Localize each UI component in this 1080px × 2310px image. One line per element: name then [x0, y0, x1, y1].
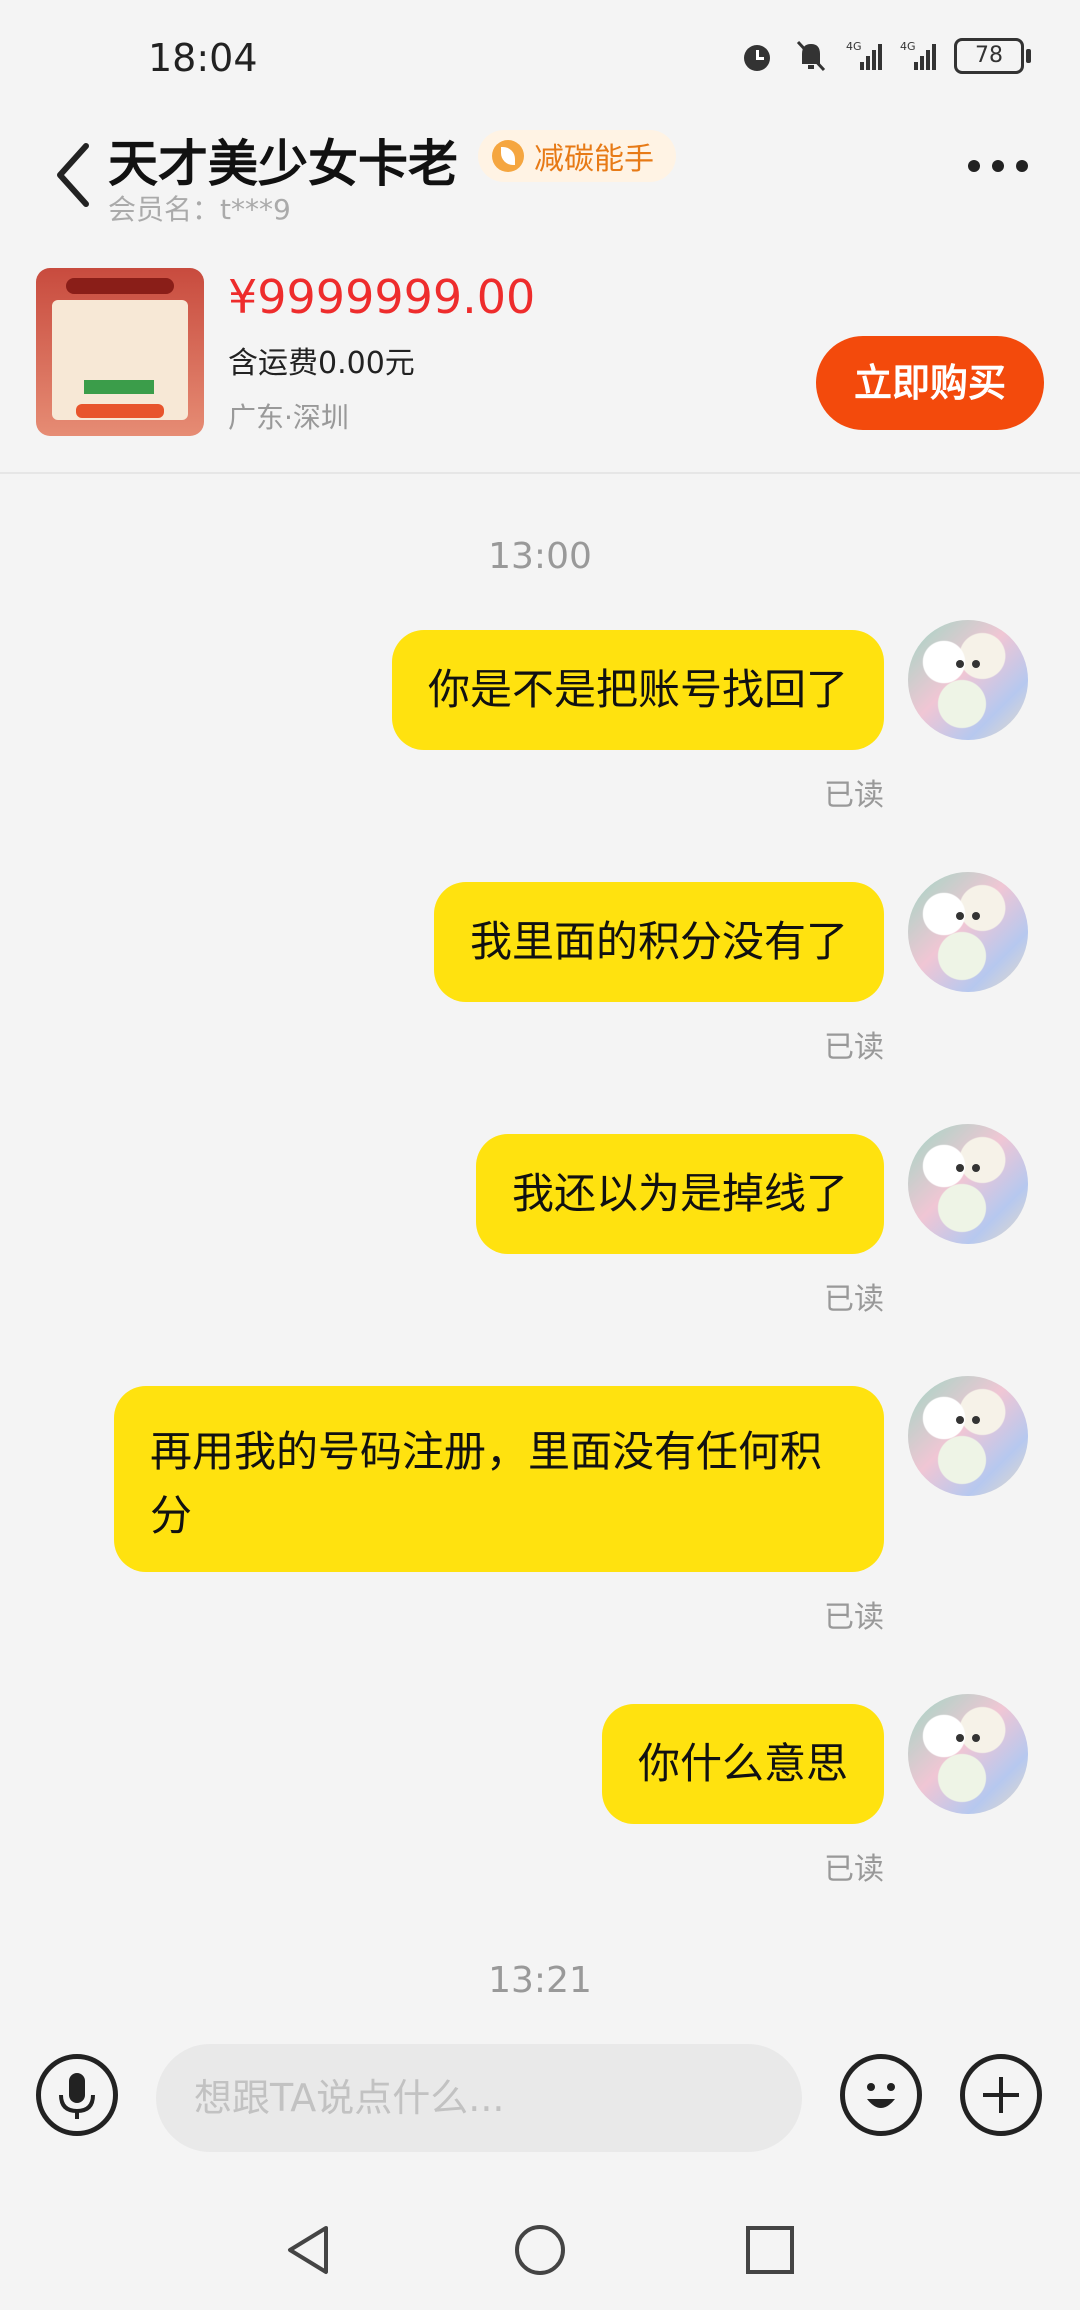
emoji-button[interactable] [840, 2054, 922, 2136]
battery-indicator: 78 [954, 38, 1031, 74]
status-icons: 4G 4G 78 [738, 38, 1031, 74]
message-bubble[interactable]: 再用我的号码注册，里面没有任何积分 [114, 1386, 884, 1572]
net-label-2: 4G [900, 40, 916, 53]
net-label-1: 4G [846, 40, 862, 53]
message-bubble[interactable]: 我里面的积分没有了 [433, 882, 884, 1002]
avatar[interactable] [908, 1124, 1028, 1244]
leaf-icon [492, 140, 524, 172]
badge-label: 减碳能手 [534, 142, 654, 177]
status-time: 18:04 [148, 36, 258, 80]
read-status: 已读 [824, 1282, 884, 1317]
nav-recent-icon[interactable] [740, 2220, 800, 2280]
signal-icon-2: 4G [900, 40, 936, 70]
nav-back-icon[interactable] [280, 2220, 340, 2280]
status-bar: 18:04 4G 4G 78 [0, 0, 1080, 120]
input-bar [0, 2030, 1080, 2170]
avatar[interactable] [908, 872, 1028, 992]
avatar[interactable] [908, 1376, 1028, 1496]
mic-button[interactable] [36, 2054, 118, 2136]
system-nav-bar [0, 2190, 1080, 2310]
product-card[interactable]: ¥9999999.00 含运费0.00元 广东·深圳 立即购买 [0, 240, 1080, 474]
message-bubble[interactable]: 我还以为是掉线了 [475, 1134, 884, 1254]
nav-home-icon[interactable] [510, 2220, 570, 2280]
plus-icon [983, 2077, 1019, 2113]
product-location: 广东·深圳 [228, 401, 349, 434]
buy-now-button[interactable]: 立即购买 [816, 336, 1044, 430]
read-status: 已读 [824, 1030, 884, 1065]
chat-timestamp: 13:00 [488, 536, 592, 577]
plus-button[interactable] [960, 2054, 1042, 2136]
alarm-icon [744, 45, 770, 71]
more-icon[interactable] [968, 160, 1028, 172]
back-arrow-icon[interactable] [52, 140, 92, 210]
message-input[interactable] [156, 2044, 802, 2152]
product-price: ¥9999999.00 [228, 270, 536, 324]
read-status: 已读 [824, 1852, 884, 1887]
read-status: 已读 [824, 1600, 884, 1635]
user-badge: 减碳能手 [478, 130, 676, 182]
chat-header: 天才美少女卡老 减碳能手 会员名：t***9 [0, 120, 1080, 230]
member-name: 会员名：t***9 [108, 193, 291, 226]
message-bubble[interactable]: 你什么意思 [601, 1704, 884, 1824]
chat-timestamp: 13:21 [488, 1960, 592, 2001]
product-shipping: 含运费0.00元 [228, 346, 415, 381]
read-status: 已读 [824, 778, 884, 813]
avatar[interactable] [908, 1694, 1028, 1814]
message-bubble[interactable]: 你是不是把账号找回了 [391, 630, 884, 750]
emoji-icon [867, 2083, 895, 2108]
chat-title[interactable]: 天才美少女卡老 [108, 124, 458, 196]
signal-icon: 4G [846, 40, 882, 70]
avatar[interactable] [908, 620, 1028, 740]
mute-icon [796, 40, 826, 72]
mic-icon [59, 2073, 95, 2119]
product-thumbnail[interactable] [36, 268, 204, 436]
